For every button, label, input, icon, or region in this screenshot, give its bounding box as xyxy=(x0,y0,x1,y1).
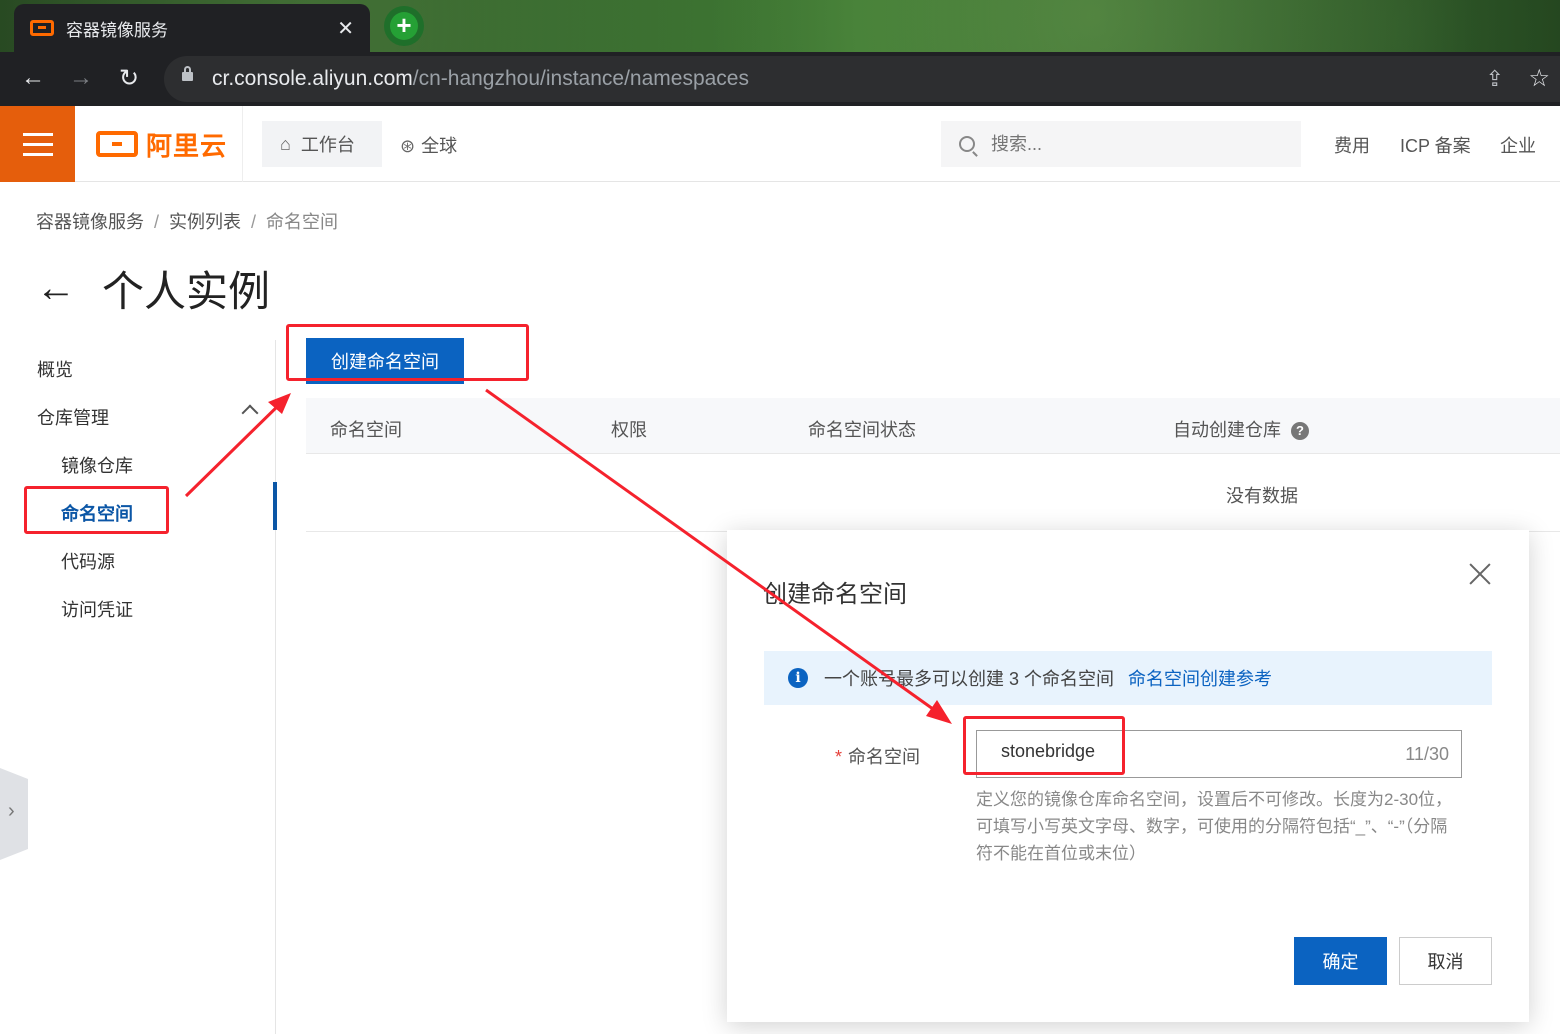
reload-icon[interactable]: ↻ xyxy=(114,64,144,93)
browser-tabstrip: 容器镜像服务 ✕ + xyxy=(0,0,1560,52)
back-arrow-icon[interactable]: ← xyxy=(36,266,76,311)
bookmark-star-icon[interactable]: ☆ xyxy=(1528,64,1550,93)
column-header-permission: 权限 xyxy=(611,420,647,440)
browser-tab[interactable]: 容器镜像服务 ✕ xyxy=(14,4,370,52)
page-title: ← 个人实例 xyxy=(36,266,271,315)
sidebar-item-access-credentials[interactable]: 访问凭证 xyxy=(61,596,133,622)
region-global-button[interactable]: ⊛ 全球 xyxy=(400,132,457,158)
sidebar-item-code-sources[interactable]: 代码源 xyxy=(61,548,115,574)
close-icon[interactable] xyxy=(1467,560,1493,586)
sidebar-expand-handle[interactable]: › xyxy=(0,768,28,860)
console-topbar: 阿里云 ⌂ 工作台 ⊛全球 费用 ICP 备案 企业 xyxy=(0,106,1560,182)
address-bar: ← → ↻ cr.console.aliyun.com/cn-hangzhou/… xyxy=(0,52,1560,106)
namespace-reference-link[interactable]: 命名空间创建参考 xyxy=(1128,665,1272,691)
namespace-table: 命名空间 权限 命名空间状态 自动创建仓库? 没有数据 xyxy=(306,398,1560,532)
aliyun-favicon-icon xyxy=(30,20,54,36)
aliyun-logo-icon xyxy=(96,131,138,157)
create-namespace-dialog: 创建命名空间 i 一个账号最多可以创建 3 个命名空间 命名空间创建参考 * 命名… xyxy=(727,530,1529,1022)
close-tab-icon[interactable]: ✕ xyxy=(337,16,354,41)
topbar-link-icp[interactable]: ICP 备案 xyxy=(1400,132,1471,158)
forward-icon[interactable]: → xyxy=(66,64,96,92)
home-icon: ⌂ xyxy=(280,133,291,154)
sidebar-item-overview[interactable]: 概览 xyxy=(37,356,73,382)
sidebar-item-namespaces[interactable]: 命名空间 xyxy=(61,500,133,526)
search-icon xyxy=(959,136,975,152)
console-search[interactable] xyxy=(941,121,1301,167)
char-counter: 11/30 xyxy=(1405,744,1449,764)
required-mark: * xyxy=(835,747,843,767)
cancel-button[interactable]: 取消 xyxy=(1399,937,1492,985)
notice-text: 一个账号最多可以创建 3 个命名空间 xyxy=(824,669,1115,689)
chevron-up-icon[interactable] xyxy=(241,404,259,422)
confirm-button[interactable]: 确定 xyxy=(1294,937,1387,985)
breadcrumb-item-instances[interactable]: 实例列表 xyxy=(169,212,241,232)
column-header-namespace: 命名空间 xyxy=(330,420,402,440)
sidebar: 概览 仓库管理 镜像仓库 命名空间 代码源 访问凭证 xyxy=(0,340,277,1034)
namespace-hint: 定义您的镜像仓库命名空间，设置后不可修改。长度为2-30位，可填写小写英文字母、… xyxy=(976,790,1453,863)
hamburger-menu-button[interactable] xyxy=(0,106,75,182)
topbar-link-billing[interactable]: 费用 xyxy=(1334,132,1370,158)
search-input[interactable] xyxy=(991,133,1271,155)
sidebar-group-repo-management[interactable]: 仓库管理 xyxy=(37,404,109,430)
new-tab-button[interactable]: + xyxy=(384,6,424,46)
column-header-auto-create: 自动创建仓库? xyxy=(1173,416,1309,442)
topbar-link-enterprise[interactable]: 企业 xyxy=(1500,132,1536,158)
breadcrumb-item-cr[interactable]: 容器镜像服务 xyxy=(36,212,144,232)
workbench-button[interactable]: ⌂ 工作台 xyxy=(262,121,382,167)
breadcrumb-item-namespaces: 命名空间 xyxy=(266,212,339,232)
info-icon: i xyxy=(788,668,808,688)
active-indicator xyxy=(273,482,277,530)
empty-state-text: 没有数据 xyxy=(1226,486,1298,506)
aliyun-logo[interactable]: 阿里云 xyxy=(76,106,243,182)
back-icon[interactable]: ← xyxy=(18,64,48,92)
column-header-status: 命名空间状态 xyxy=(808,420,916,440)
plus-icon: + xyxy=(390,12,418,40)
globe-icon: ⊛ xyxy=(400,136,416,156)
namespace-input[interactable] xyxy=(1001,741,1381,762)
info-notice: i 一个账号最多可以创建 3 个命名空间 命名空间创建参考 xyxy=(764,651,1492,705)
breadcrumb: 容器镜像服务 / 实例列表 / 命名空间 xyxy=(36,212,339,232)
table-header: 命名空间 权限 命名空间状态 自动创建仓库? xyxy=(306,398,1560,454)
url-text: cr.console.aliyun.com/cn-hangzhou/instan… xyxy=(212,67,749,90)
share-icon[interactable]: ⇪ xyxy=(1486,66,1504,92)
dialog-title: 创建命名空间 xyxy=(763,581,907,608)
create-namespace-button[interactable]: 创建命名空间 xyxy=(306,338,464,384)
tab-title: 容器镜像服务 xyxy=(66,20,168,40)
lock-icon xyxy=(182,66,193,81)
help-icon[interactable]: ? xyxy=(1291,422,1309,441)
sidebar-item-image-repos[interactable]: 镜像仓库 xyxy=(61,452,133,478)
url-input[interactable]: cr.console.aliyun.com/cn-hangzhou/instan… xyxy=(164,56,1560,102)
namespace-field-label: * 命名空间 xyxy=(835,747,921,767)
chevron-right-icon: › xyxy=(8,800,15,822)
namespace-field[interactable]: 11/30 xyxy=(976,730,1462,778)
